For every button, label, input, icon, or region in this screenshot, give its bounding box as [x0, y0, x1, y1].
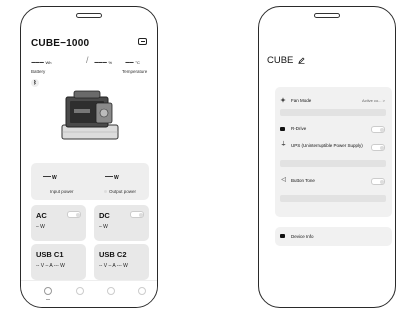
speaker-notch [76, 13, 102, 18]
fan-mode-value[interactable]: Active co... > [362, 98, 385, 103]
percent-value: −−− [94, 58, 107, 67]
tile-ac-value: – W [36, 224, 45, 230]
plug-icon: ⏚ [280, 142, 287, 148]
edit-pencil-icon[interactable] [298, 57, 305, 64]
button-tone-toggle[interactable] [371, 178, 385, 185]
device-title: CUBE−1000 [31, 38, 90, 49]
battery-unit: Wh [45, 60, 52, 65]
settings-panel: Fan Mode Active co... > R-Drive ⏚ UPS (U… [275, 87, 392, 217]
tile-dc-value: – W [99, 224, 108, 230]
device-info-label: Device Info [291, 234, 314, 239]
nav-shop-icon[interactable] [107, 287, 115, 295]
bluetooth-icon[interactable]: ᛒ [31, 79, 39, 87]
output-power-label: Output power [104, 189, 136, 194]
tile-usb-c1[interactable]: USB C1 -- V – A --- W [31, 244, 86, 280]
ups-field[interactable] [280, 160, 386, 167]
temperature-label: Temperature [122, 69, 148, 74]
fan-mode-label: Fan Mode [291, 98, 312, 103]
rdrive-icon [280, 127, 285, 131]
settings-title: CUBE [267, 55, 305, 66]
button-tone-field[interactable] [280, 195, 386, 202]
bottom-nav [21, 280, 157, 307]
input-power-label: Input power [50, 189, 74, 194]
battery-stat: −−− Wh [31, 58, 52, 67]
percent-unit: % [108, 60, 113, 65]
nav-profile-icon[interactable] [138, 287, 146, 295]
input-power-value: —W [43, 172, 57, 181]
battery-label: Battery [31, 69, 46, 74]
tile-usb-c1-name: USB C1 [36, 250, 64, 259]
speaker-icon: ◁ [281, 177, 286, 183]
status-dot [104, 190, 107, 193]
temperature-unit: °C [135, 60, 140, 65]
tile-ac-name: AC [36, 211, 47, 220]
temperature-value: −− [125, 58, 134, 67]
speaker-notch [314, 13, 340, 18]
rdrive-label: R-Drive [291, 126, 307, 131]
tile-ac[interactable]: AC – W [31, 205, 86, 241]
power-station-image [61, 90, 119, 140]
ups-label: UPS (Uninterruptible Power Supply) [291, 143, 363, 148]
output-power-value: —W [105, 172, 119, 181]
tile-dc-name: DC [99, 211, 110, 220]
chevron-right-icon: > [382, 98, 385, 103]
tile-usb-c2-name: USB C2 [99, 250, 127, 259]
tile-usb-c1-value: -- V – A --- W [36, 263, 65, 269]
menu-icon[interactable] [138, 38, 147, 45]
button-tone-label: Button Tone [291, 178, 315, 183]
ac-toggle[interactable] [67, 211, 81, 218]
nav-chat-icon[interactable] [76, 287, 84, 295]
phone-frame-dashboard: CUBE−1000 −−− Wh / −−−% −− °C Battery Temp… [20, 6, 158, 308]
battery-value: −−− [31, 58, 44, 67]
tile-dc[interactable]: DC – W [94, 205, 149, 241]
stat-separator: / [86, 55, 89, 65]
device-info-row[interactable]: Device Info [275, 227, 392, 246]
device-info-icon [280, 234, 285, 238]
percent-stat: −−−% [94, 58, 112, 67]
nav-active-indicator [46, 299, 50, 300]
temperature-stat: −− °C [125, 58, 140, 67]
power-summary-card [31, 163, 149, 200]
nav-home-icon[interactable] [44, 287, 52, 295]
ups-toggle[interactable] [371, 144, 385, 151]
phone-frame-settings: CUBE Fan Mode Active co... > R-Drive ⏚ U… [258, 6, 396, 308]
rdrive-toggle[interactable] [371, 126, 385, 133]
fan-mode-field[interactable] [280, 109, 386, 116]
fan-icon [280, 97, 286, 103]
tile-usb-c2-value: -- V – A --- W [99, 263, 128, 269]
tile-usb-c2[interactable]: USB C2 -- V – A --- W [94, 244, 149, 280]
dc-toggle[interactable] [130, 211, 144, 218]
